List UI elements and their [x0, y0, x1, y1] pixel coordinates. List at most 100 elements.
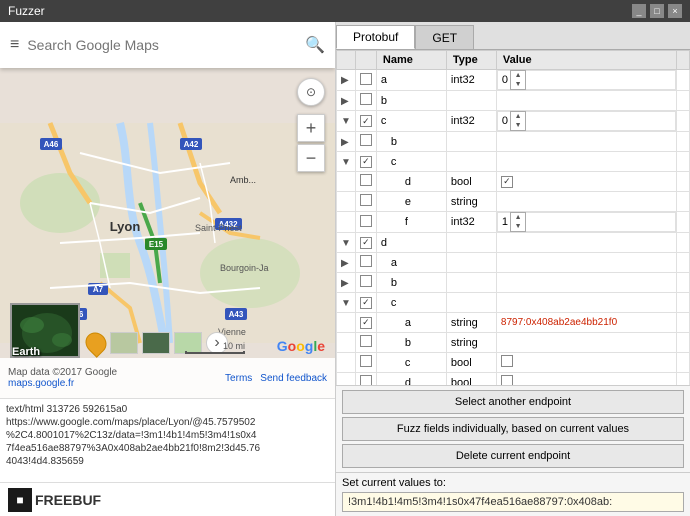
col-header-scroll: [677, 51, 690, 70]
cell-value: [496, 91, 676, 111]
tab-protobuf[interactable]: Protobuf: [336, 25, 415, 49]
expand-button[interactable]: ▶: [341, 75, 349, 86]
cell-type: bool: [446, 172, 496, 192]
expand-button[interactable]: ▼: [341, 238, 351, 249]
svg-text:Lyon: Lyon: [110, 219, 141, 234]
cell-name: b: [376, 91, 446, 111]
row-checkbox[interactable]: [360, 215, 372, 227]
svg-text:A42: A42: [184, 140, 199, 149]
col-header-type: Type: [446, 51, 496, 70]
row-checkbox[interactable]: [360, 174, 372, 186]
left-panel: ≡ 🔍 A46: [0, 22, 335, 516]
tab-get[interactable]: GET: [415, 25, 474, 49]
row-checkbox[interactable]: [360, 335, 372, 347]
table-row: ▶ b: [337, 132, 690, 152]
data-table: Name Type Value ▶ a int32 0: [336, 50, 690, 386]
cell-name: a: [376, 253, 446, 273]
bool-checkbox[interactable]: [501, 176, 513, 188]
expand-button[interactable]: ▼: [341, 298, 351, 309]
cell-type: [446, 233, 496, 253]
earth-label: Earth: [12, 346, 40, 358]
zoom-out-button[interactable]: −: [297, 144, 325, 172]
close-button[interactable]: ×: [668, 4, 682, 18]
map-bottom-right: Terms Send feedback: [225, 373, 327, 384]
row-checkbox[interactable]: [360, 73, 372, 85]
map-view-icon[interactable]: [110, 332, 138, 354]
expand-button[interactable]: ▶: [341, 96, 349, 107]
search-icon[interactable]: 🔍: [305, 35, 325, 55]
spinner-down[interactable]: ▼: [511, 80, 525, 89]
cell-name: c: [376, 293, 446, 313]
svg-text:Bourgoin-Ja: Bourgoin-Ja: [220, 263, 269, 273]
expand-button[interactable]: ▼: [341, 157, 351, 168]
row-checkbox[interactable]: [360, 156, 372, 168]
maps-url[interactable]: maps.google.fr: [8, 378, 117, 389]
cell-type: string: [446, 192, 496, 212]
row-checkbox[interactable]: [360, 93, 372, 105]
freebuf-area: ■ FREEBUF: [0, 482, 335, 516]
row-checkbox[interactable]: [360, 317, 372, 329]
cell-value: [496, 353, 676, 373]
row-checkbox[interactable]: [360, 375, 372, 386]
fuzz-fields-button[interactable]: Fuzz fields individually, based on curre…: [342, 417, 684, 441]
expand-button[interactable]: ▶: [341, 258, 349, 269]
expand-button[interactable]: ▼: [341, 116, 351, 127]
satellite-view-icon[interactable]: [142, 332, 170, 354]
row-checkbox[interactable]: [360, 355, 372, 367]
spinner[interactable]: ▲ ▼: [510, 70, 526, 90]
spinner-down[interactable]: ▼: [511, 121, 525, 130]
delete-endpoint-button[interactable]: Delete current endpoint: [342, 444, 684, 468]
table-row: ▶ b: [337, 273, 690, 293]
expand-button[interactable]: ▶: [341, 278, 349, 289]
bool-checkbox[interactable]: [501, 375, 513, 386]
cell-name: c: [376, 111, 446, 132]
location-button[interactable]: ⊙: [297, 78, 325, 106]
spinner-down[interactable]: ▼: [511, 222, 525, 231]
table-container[interactable]: Name Type Value ▶ a int32 0: [336, 50, 690, 386]
cell-type: int32: [446, 212, 496, 233]
row-checkbox[interactable]: [360, 297, 372, 309]
row-checkbox[interactable]: [360, 134, 372, 146]
terms-link[interactable]: Terms: [225, 373, 252, 384]
search-input[interactable]: [27, 37, 297, 53]
cell-value: 1 ▲ ▼: [497, 212, 676, 232]
cell-value: 8797:0x408ab2ae4bb21f0: [496, 313, 676, 333]
row-checkbox[interactable]: [360, 237, 372, 249]
row-checkbox[interactable]: [360, 115, 372, 127]
set-values-label: Set current values to:: [342, 477, 684, 489]
zoom-in-button[interactable]: +: [297, 114, 325, 142]
row-checkbox[interactable]: [360, 255, 372, 267]
freebuf-text: FREEBUF: [35, 492, 101, 508]
maximize-button[interactable]: □: [650, 4, 664, 18]
feedback-link[interactable]: Send feedback: [260, 373, 327, 384]
cell-value: [496, 273, 676, 293]
cell-value: [496, 132, 676, 152]
url-line1: text/html 313726 592615a0: [6, 403, 329, 416]
street-view-icon[interactable]: [81, 328, 111, 358]
expand-button[interactable]: ▶: [341, 137, 349, 148]
table-row: ▼ c: [337, 152, 690, 172]
spinner[interactable]: ▲ ▼: [510, 111, 526, 131]
spinner-up[interactable]: ▲: [511, 112, 525, 121]
spinner-up[interactable]: ▲: [511, 213, 525, 222]
svg-text:Amb...: Amb...: [230, 175, 256, 185]
row-checkbox[interactable]: [360, 194, 372, 206]
right-panel: Protobuf GET Name Type Value: [335, 22, 690, 516]
col-header-check: [355, 51, 376, 70]
row-checkbox[interactable]: [360, 275, 372, 287]
set-values-input[interactable]: [342, 492, 684, 512]
cell-name: f: [376, 212, 446, 233]
hamburger-icon[interactable]: ≡: [10, 36, 19, 54]
bool-checkbox[interactable]: [501, 355, 513, 367]
cell-type: [446, 91, 496, 111]
cell-name: d: [376, 233, 446, 253]
spinner-up[interactable]: ▲: [511, 71, 525, 80]
minimize-button[interactable]: _: [632, 4, 646, 18]
spinner[interactable]: ▲ ▼: [510, 212, 526, 232]
bottom-buttons: Select another endpoint Fuzz fields indi…: [336, 386, 690, 472]
cell-type: [446, 273, 496, 293]
cell-type: bool: [446, 373, 496, 387]
freebuf-icon: ■: [8, 488, 32, 512]
select-endpoint-button[interactable]: Select another endpoint: [342, 390, 684, 414]
col-header-expand: [337, 51, 356, 70]
